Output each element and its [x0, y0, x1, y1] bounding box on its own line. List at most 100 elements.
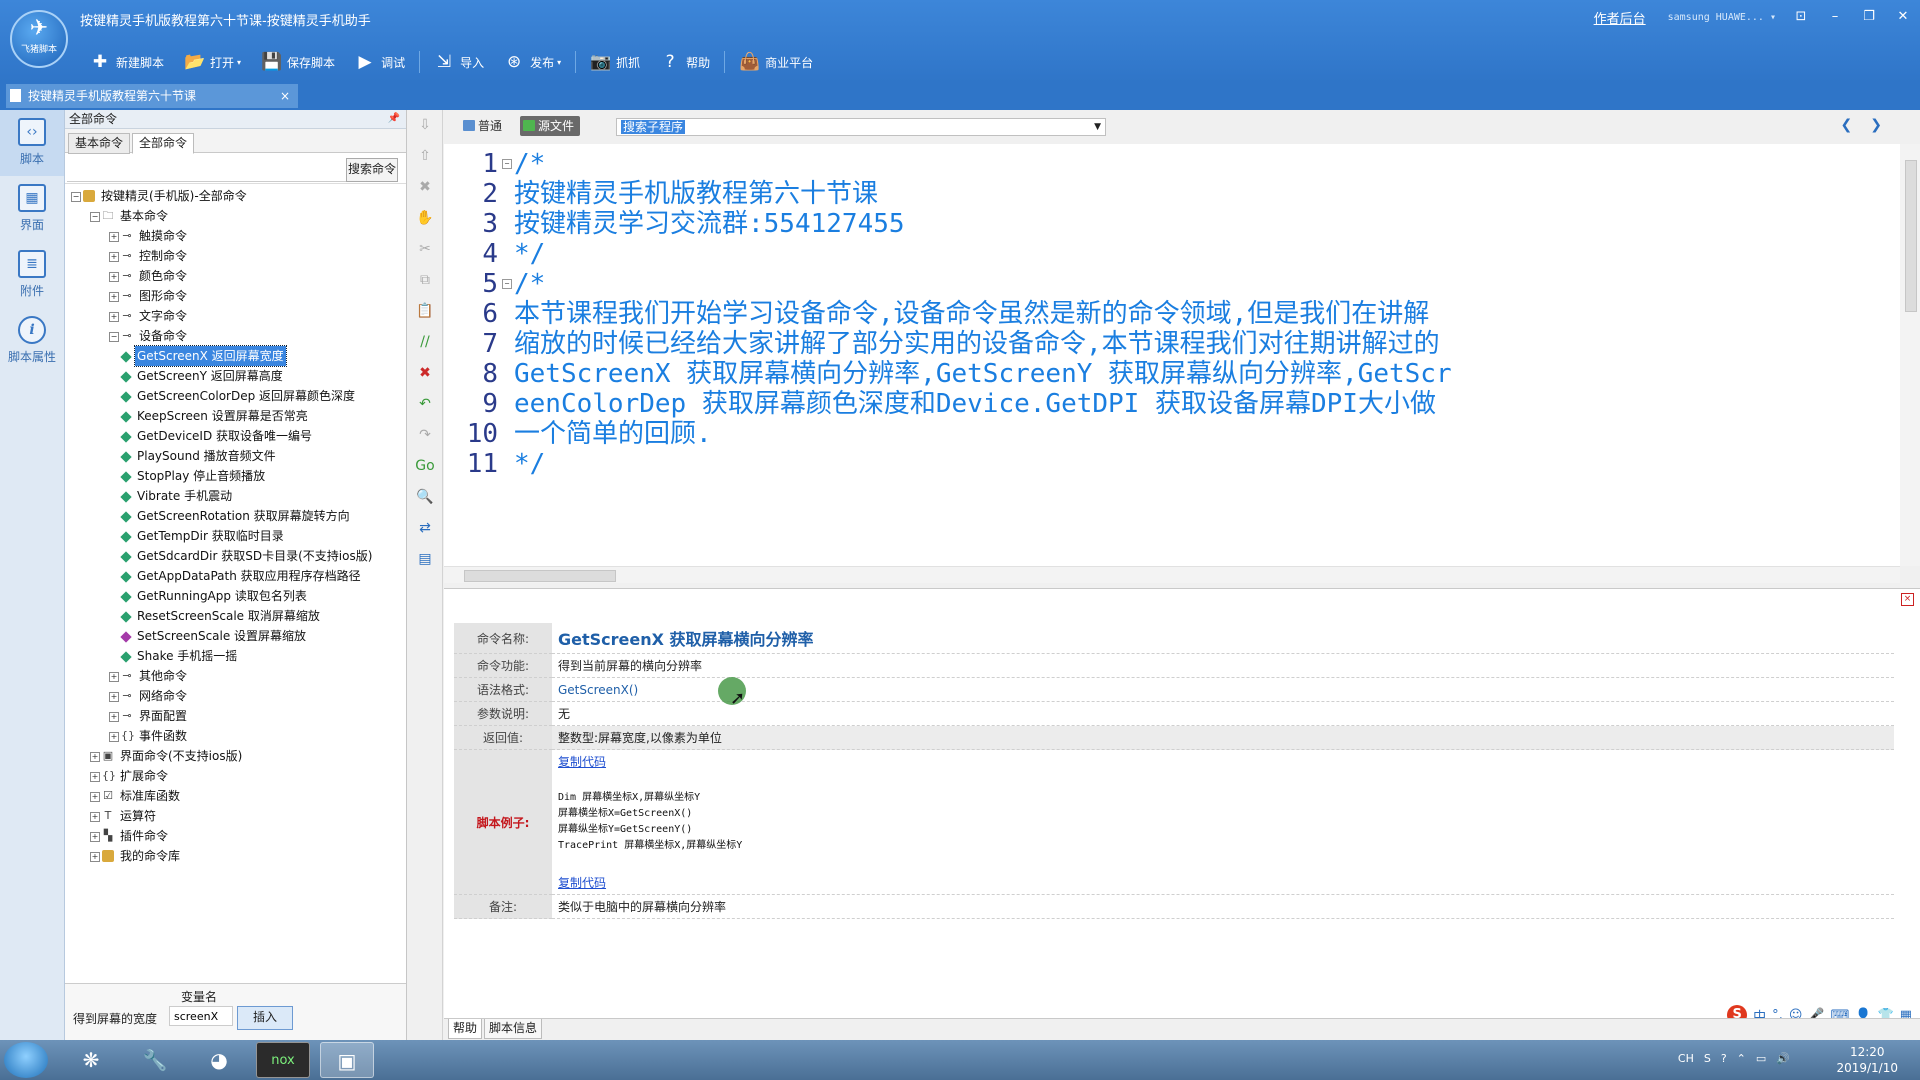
- tree-node[interactable]: KeepScreen 设置屏幕是否常亮: [69, 406, 404, 426]
- expand-icon[interactable]: +: [90, 852, 100, 862]
- find-icon[interactable]: 🔍: [408, 482, 442, 513]
- document-tab[interactable]: 按键精灵手机版教程第六十节课 ×: [6, 84, 298, 108]
- pin-icon[interactable]: 📌: [388, 110, 400, 128]
- paste-icon[interactable]: 📋: [408, 296, 442, 327]
- tree-node[interactable]: GetAppDataPath 获取应用程序存档路径: [69, 566, 404, 586]
- tab-help[interactable]: 帮助: [448, 1019, 483, 1039]
- close-tab-icon[interactable]: ×: [280, 84, 290, 108]
- tree-node[interactable]: SetScreenScale 设置屏幕缩放: [69, 626, 404, 646]
- expand-icon[interactable]: +: [90, 812, 100, 822]
- tree-node[interactable]: +{} 扩展命令: [69, 766, 404, 786]
- scroll-thumb[interactable]: [1905, 160, 1917, 312]
- expand-icon[interactable]: +: [109, 252, 119, 262]
- code-editor[interactable]: 1−/* 2 按键精灵手机版教程第六十节课 3 按键精灵学习交流群:554127455 4…: [444, 144, 1900, 566]
- collapse-icon[interactable]: −: [109, 332, 119, 342]
- tab-all-commands[interactable]: 全部命令: [132, 133, 195, 154]
- expand-icon[interactable]: +: [109, 312, 119, 322]
- toolbar-button-4[interactable]: ⇲ 导入: [424, 48, 494, 76]
- author-backend-link[interactable]: 作者后台: [1594, 8, 1646, 27]
- expand-icon[interactable]: +: [109, 692, 119, 702]
- tree-node[interactable]: GetScreenX 返回屏幕宽度: [69, 345, 404, 367]
- tree-node[interactable]: + ☑ 标准库函数: [69, 786, 404, 806]
- copy-icon[interactable]: ⧉: [408, 265, 442, 296]
- tab-script-info[interactable]: 脚本信息: [484, 1019, 543, 1039]
- cut-icon[interactable]: ✂: [408, 234, 442, 265]
- expand-icon[interactable]: +: [109, 292, 119, 302]
- show-hidden-icon[interactable]: ⌃: [1737, 1052, 1746, 1065]
- tree-node[interactable]: GetDeviceID 获取设备唯一编号: [69, 426, 404, 446]
- command-search-input[interactable]: [67, 159, 349, 182]
- tree-node[interactable]: + ⊸ 文字命令: [69, 306, 404, 326]
- goto-icon[interactable]: Go: [408, 451, 442, 482]
- properties-icon[interactable]: ▤: [408, 544, 442, 575]
- maximize-button[interactable]: ❐: [1852, 6, 1886, 28]
- network-icon[interactable]: ▭: [1756, 1052, 1766, 1065]
- help-tray-icon[interactable]: ?: [1721, 1052, 1727, 1065]
- tools-icon[interactable]: 🔧: [128, 1042, 182, 1078]
- subroutine-search-select[interactable]: 搜索子程序 ▼: [616, 118, 1106, 136]
- tree-node[interactable]: − 按键精灵(手机版)-全部命令: [69, 186, 404, 206]
- toolbar-button-6[interactable]: 📷 抓抓: [580, 48, 650, 76]
- tree-node[interactable]: ResetScreenScale 取消屏幕缩放: [69, 606, 404, 626]
- tree-node[interactable]: GetSdcardDir 获取SD卡目录(不支持ios版): [69, 546, 404, 566]
- tree-node[interactable]: + ▚ 插件命令: [69, 826, 404, 846]
- tree-node[interactable]: GetScreenRotation 获取屏幕旋转方向: [69, 506, 404, 526]
- tree-node[interactable]: StopPlay 停止音频播放: [69, 466, 404, 486]
- tab-normal-mode[interactable]: 普通: [460, 116, 508, 136]
- tree-node[interactable]: + T 运算符: [69, 806, 404, 826]
- redo-icon[interactable]: ↷: [408, 420, 442, 451]
- tree-node[interactable]: + ⊸ 其他命令: [69, 666, 404, 686]
- tree-node[interactable]: + ⊸ 网络命令: [69, 686, 404, 706]
- expand-icon[interactable]: +: [109, 272, 119, 282]
- tree-node[interactable]: GetRunningApp 读取包名列表: [69, 586, 404, 606]
- nav-forward-icon[interactable]: ❯: [1870, 117, 1882, 133]
- toolbar-button-5[interactable]: ⊛ 发布 ▾: [494, 48, 571, 76]
- volume-icon[interactable]: 🔊: [1776, 1052, 1790, 1065]
- expand-icon[interactable]: +: [109, 712, 119, 722]
- rail-item-3[interactable]: i 脚本属性: [0, 308, 64, 374]
- collapse-icon[interactable]: −: [90, 212, 100, 222]
- toolbar-button-3[interactable]: ▶ 调试: [345, 48, 415, 76]
- uncomment-icon[interactable]: ✖: [408, 358, 442, 389]
- code-horizontal-scrollbar[interactable]: [444, 566, 1900, 583]
- delete-icon[interactable]: ✖: [408, 172, 442, 203]
- fold-toggle-icon[interactable]: −: [502, 279, 512, 289]
- variable-name-input[interactable]: [169, 1006, 233, 1026]
- scroll-thumb[interactable]: [464, 570, 616, 582]
- anjian-app-icon[interactable]: ▣: [320, 1042, 374, 1078]
- restore-mini-button[interactable]: ⊡: [1784, 6, 1818, 28]
- tree-node[interactable]: + ▣ 界面命令(不支持ios版): [69, 746, 404, 766]
- tree-node[interactable]: +{} 事件函数: [69, 726, 404, 746]
- device-selector[interactable]: samsung HUAWE... ▾: [1668, 12, 1776, 23]
- tree-node[interactable]: + ⊸ 触摸命令: [69, 226, 404, 246]
- replace-icon[interactable]: ⇄: [408, 513, 442, 544]
- tree-node[interactable]: Vibrate 手机震动: [69, 486, 404, 506]
- rail-item-2[interactable]: ≣ 附件: [0, 242, 64, 308]
- expand-icon[interactable]: +: [109, 732, 119, 742]
- copy-code-link-bottom[interactable]: 复制代码: [558, 876, 606, 890]
- expand-icon[interactable]: +: [90, 772, 100, 782]
- expand-icon[interactable]: +: [109, 672, 119, 682]
- sogou-tray-icon[interactable]: S: [1704, 1052, 1711, 1065]
- move-up-icon[interactable]: ⇧: [408, 141, 442, 172]
- fold-toggle-icon[interactable]: −: [502, 159, 512, 169]
- search-command-button[interactable]: 搜索命令: [346, 158, 398, 182]
- nox-player-icon[interactable]: nox: [256, 1042, 310, 1078]
- expand-icon[interactable]: +: [109, 232, 119, 242]
- undo-icon[interactable]: ↶: [408, 389, 442, 420]
- language-indicator[interactable]: CH: [1678, 1052, 1694, 1065]
- tree-node[interactable]: − 🗀 基本命令: [69, 206, 404, 226]
- insert-button[interactable]: 插入: [237, 1006, 293, 1030]
- nav-back-icon[interactable]: ❮: [1841, 117, 1853, 133]
- tree-node[interactable]: PlaySound 播放音频文件: [69, 446, 404, 466]
- toolbar-button-2[interactable]: 💾 保存脚本: [251, 48, 345, 76]
- tab-basic-commands[interactable]: 基本命令: [68, 133, 131, 154]
- code-vertical-scrollbar[interactable]: [1900, 144, 1920, 566]
- close-help-icon[interactable]: ×: [1901, 593, 1914, 606]
- collapse-icon[interactable]: −: [71, 192, 81, 202]
- tree-node[interactable]: GetScreenY 返回屏幕高度: [69, 366, 404, 386]
- baidu-netdisk-icon[interactable]: ❋: [64, 1042, 118, 1078]
- tree-node[interactable]: GetScreenColorDep 返回屏幕颜色深度: [69, 386, 404, 406]
- tree-node[interactable]: + ⊸ 颜色命令: [69, 266, 404, 286]
- tree-node[interactable]: + ⊸ 界面配置: [69, 706, 404, 726]
